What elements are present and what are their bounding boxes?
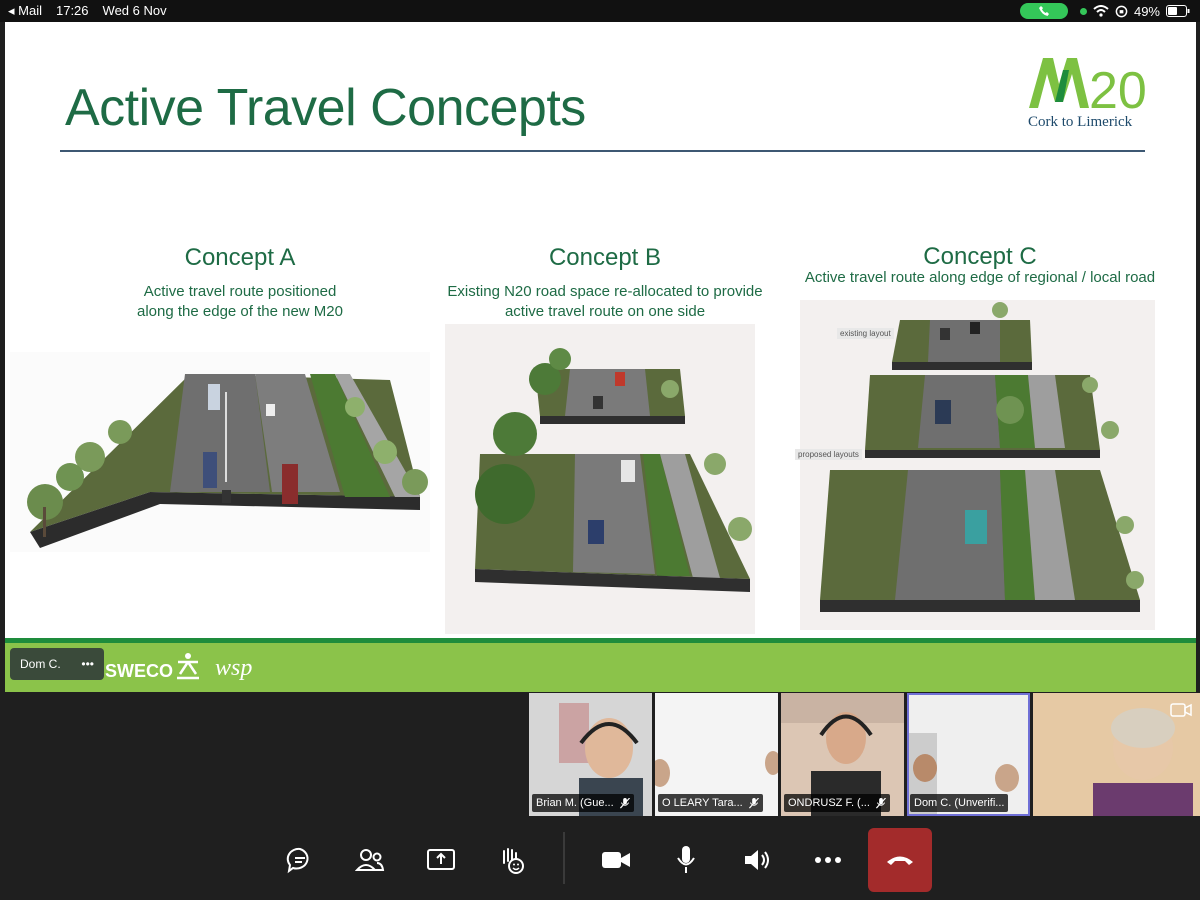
more-dots-icon	[815, 857, 841, 863]
microphone-icon	[677, 846, 695, 873]
speaker-button[interactable]	[725, 828, 789, 892]
concept-a-title: Concept A	[184, 244, 296, 271]
speaker-icon	[745, 850, 769, 870]
participant-tile-active[interactable]: Dom C. (Unverifi...	[907, 693, 1030, 816]
slide-title: Active Travel Concepts	[65, 79, 586, 137]
hang-up-button[interactable]	[868, 828, 932, 892]
presenter-name: Dom C.	[20, 657, 61, 671]
presenter-more-button[interactable]: •••	[81, 657, 94, 671]
concept-b-title: Concept B	[548, 244, 662, 271]
meeting-toolbar	[0, 818, 1200, 900]
shared-slide: Active Travel Concepts 20 Cork to Limeri…	[5, 22, 1196, 692]
camera-button[interactable]	[584, 828, 648, 892]
sweco-logo: SWECO	[105, 661, 174, 681]
concept-c-title: Concept C	[923, 243, 1037, 270]
chat-button[interactable]	[268, 828, 332, 892]
muted-mic-icon	[875, 797, 886, 808]
wifi-icon	[1093, 5, 1109, 17]
concept-a-desc-line1: Active travel route positioned	[143, 283, 337, 300]
participant-tile[interactable]: O LEARY Tara...	[655, 693, 778, 816]
mic-in-use-indicator	[1079, 7, 1087, 15]
people-icon	[355, 849, 385, 871]
concept-c-desc-line1: Active travel route along edge of region…	[804, 269, 1156, 286]
status-date: Wed 6 Nov	[102, 3, 167, 18]
switch-camera-icon[interactable]	[1170, 701, 1192, 719]
concept-c-illustration	[800, 300, 1155, 630]
status-time: 17:26	[55, 3, 89, 18]
participant-name-tag: O LEARY Tara...	[658, 794, 763, 812]
concept-a-illustration	[10, 352, 430, 552]
back-to-mail-link[interactable]: ◂ Mail	[8, 3, 42, 19]
logo-subtitle: Cork to Limerick	[1028, 114, 1133, 130]
concept-b-illustration	[445, 324, 755, 634]
reactions-button[interactable]	[480, 828, 544, 892]
participant-name-tag: Dom C. (Unverifi...	[910, 794, 1009, 812]
svg-text:20: 20	[1089, 62, 1147, 120]
concept-c-proposed-label: proposed layouts	[795, 449, 862, 460]
battery-icon	[1166, 5, 1190, 17]
muted-mic-icon	[619, 797, 630, 808]
participant-name: Dom C. (Unverifi...	[914, 797, 1005, 809]
wsp-logo: wsp	[215, 655, 253, 681]
participant-name-tag: Brian M. (Gue...	[532, 794, 634, 812]
share-tray-icon	[427, 849, 455, 870]
raise-hand-smile-icon	[503, 848, 524, 874]
battery-percent: 49%	[1133, 3, 1160, 19]
slide-footer: SWECO wsp	[5, 638, 1196, 692]
participant-tile[interactable]: ONDRUSZ F. (...	[781, 693, 904, 816]
more-options-button[interactable]	[796, 828, 860, 892]
concept-b-desc-line2: active travel route on one side	[504, 303, 706, 320]
status-bar: ◂ Mail 17:26 Wed 6 Nov 49%	[0, 0, 1200, 22]
concept-a-desc-line2: along the edge of the new M20	[137, 303, 343, 320]
phone-icon	[1038, 6, 1049, 16]
toolbar-divider	[563, 832, 565, 884]
end-call-icon	[887, 856, 913, 865]
muted-mic-icon	[748, 797, 759, 808]
concept-b-desc-line1: Existing N20 road space re-allocated to …	[447, 283, 763, 300]
chat-icon	[286, 847, 309, 874]
presenter-name-chip[interactable]: Dom C. •••	[10, 648, 104, 680]
participant-name: Brian M. (Gue...	[536, 797, 614, 809]
participant-name-tag: ONDRUSZ F. (...	[784, 794, 890, 812]
participant-name: O LEARY Tara...	[662, 797, 743, 809]
share-screen-button[interactable]	[409, 828, 473, 892]
self-view-tile[interactable]	[1033, 693, 1200, 816]
active-call-pill[interactable]	[1019, 3, 1068, 19]
sweco-emblem-icon	[177, 653, 199, 680]
microphone-button[interactable]	[654, 828, 718, 892]
participant-name: ONDRUSZ F. (...	[788, 797, 870, 809]
participant-strip: Brian M. (Gue... O LEARY Tara... ONDRUSZ…	[529, 693, 1200, 816]
participants-button[interactable]	[338, 828, 402, 892]
participant-tile[interactable]: Brian M. (Gue...	[529, 693, 652, 816]
concept-c-existing-label: existing layout	[837, 328, 894, 339]
rotation-lock-icon	[1115, 5, 1128, 17]
title-divider	[60, 150, 1145, 152]
camera-icon	[602, 852, 630, 868]
